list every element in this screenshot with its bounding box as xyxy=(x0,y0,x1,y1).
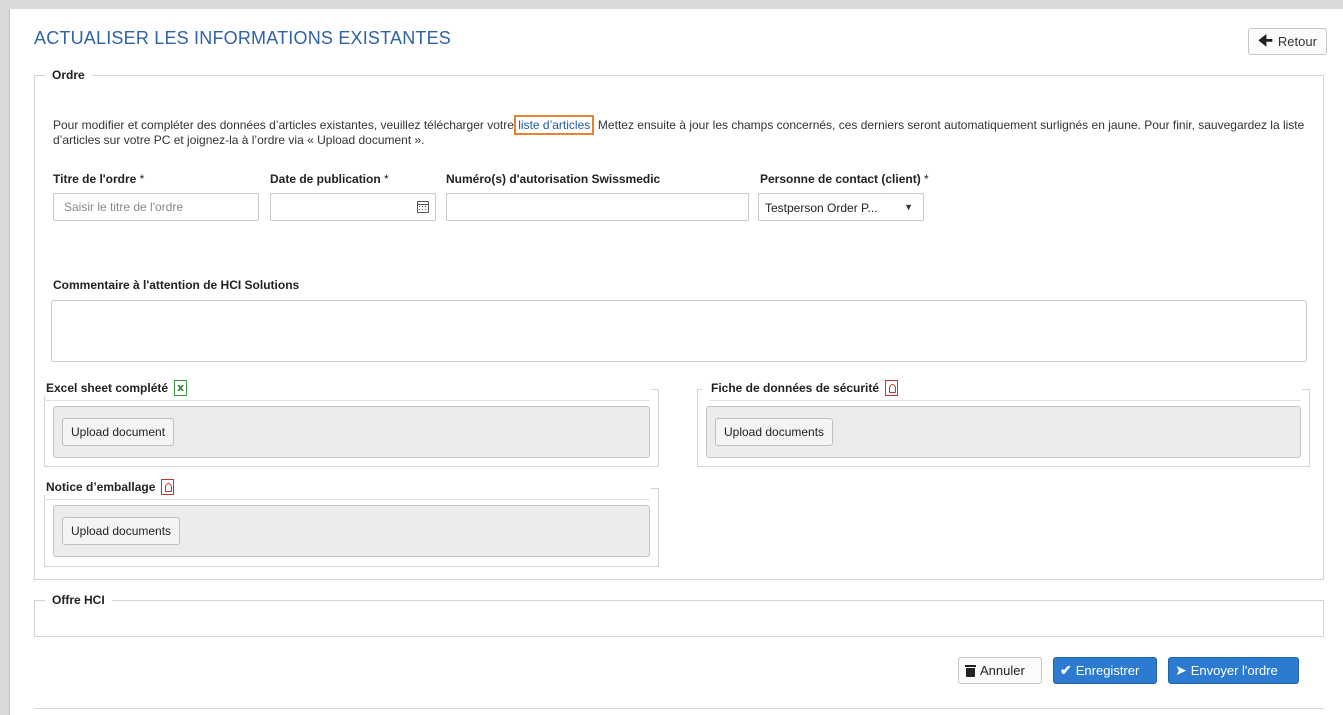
group-separator xyxy=(44,400,650,401)
safety-datasheet-dropzone[interactable]: Upload documents xyxy=(706,406,1301,458)
excel-dropzone[interactable]: Upload document xyxy=(53,406,650,458)
upload-document-button[interactable]: Upload document xyxy=(62,418,175,446)
offre-legend: Offre HCI xyxy=(52,593,105,607)
window-frame-left xyxy=(0,0,9,715)
article-list-link[interactable]: liste d’articles xyxy=(514,115,595,135)
cancel-button-label: Annuler xyxy=(980,663,1025,678)
order-title-label: Titre de l'ordre * xyxy=(53,172,145,186)
safety-datasheet-upload-title: Fiche de données de sécurité xyxy=(709,380,901,396)
trash-icon xyxy=(965,664,976,677)
calendar-icon[interactable] xyxy=(417,201,429,213)
package-leaflet-dropzone[interactable]: Upload documents xyxy=(53,505,650,557)
excel-upload-group: Excel sheet complété x Upload document xyxy=(44,380,659,467)
authorization-number-label: Numéro(s) d'autorisation Swissmedic xyxy=(446,172,661,186)
save-button[interactable]: ✔ Enregistrer xyxy=(1053,657,1157,684)
order-title-input[interactable] xyxy=(53,193,259,221)
pdf-icon xyxy=(161,479,175,495)
cancel-button[interactable]: Annuler xyxy=(958,657,1042,684)
bottom-divider xyxy=(34,708,1324,709)
publication-date-label: Date de publication * xyxy=(270,172,389,186)
upload-documents-button[interactable]: Upload documents xyxy=(62,517,181,545)
contact-person-select[interactable]: Testperson Order P... ▼ xyxy=(758,193,924,221)
window-frame-top xyxy=(0,0,1343,9)
back-button[interactable]: 🠈 Retour xyxy=(1248,28,1327,55)
upload-documents-button[interactable]: Upload documents xyxy=(715,418,834,446)
back-button-label: Retour xyxy=(1277,34,1317,49)
group-separator xyxy=(44,499,650,500)
excel-upload-title: Excel sheet complété x xyxy=(44,380,190,396)
pdf-icon xyxy=(885,380,899,396)
publication-date-field[interactable] xyxy=(270,193,436,221)
package-leaflet-upload-title: Notice d’emballage xyxy=(44,479,177,495)
excel-icon: x xyxy=(174,380,188,396)
comment-label: Commentaire à l'attention de HCI Solutio… xyxy=(53,278,300,292)
send-order-button-label: Envoyer l'ordre xyxy=(1190,663,1278,678)
contact-person-label: Personne de contact (client) * xyxy=(760,172,929,186)
save-button-label: Enregistrer xyxy=(1075,663,1140,678)
required-mark: * xyxy=(920,172,929,186)
comment-textarea[interactable] xyxy=(51,300,1307,362)
group-separator xyxy=(709,400,1301,401)
send-order-button[interactable]: ➤ Envoyer l'ordre xyxy=(1168,657,1299,684)
arrow-left-icon: 🠈 xyxy=(1258,32,1273,50)
check-icon: ✔ xyxy=(1060,662,1072,678)
instructions-text: Pour modifier et compléter des données d… xyxy=(53,115,1308,147)
window-frame-divider xyxy=(9,9,10,715)
safety-datasheet-upload-group: Fiche de données de sécurité Upload docu… xyxy=(697,380,1310,467)
paper-plane-icon: ➤ xyxy=(1175,662,1187,678)
required-mark: * xyxy=(136,172,145,186)
page-title: ACTUALISER LES INFORMATIONS EXISTANTES xyxy=(34,28,452,48)
contact-person-value: Testperson Order P... xyxy=(765,201,878,215)
offre-section: Offre HCI xyxy=(34,593,1324,637)
authorization-number-input[interactable] xyxy=(446,193,749,221)
ordre-legend: Ordre xyxy=(52,68,85,82)
chevron-down-icon: ▼ xyxy=(904,202,913,212)
required-mark: * xyxy=(380,172,389,186)
instructions-text-before: Pour modifier et compléter des données d… xyxy=(53,118,518,132)
package-leaflet-upload-group: Notice d’emballage Upload documents xyxy=(44,479,659,567)
